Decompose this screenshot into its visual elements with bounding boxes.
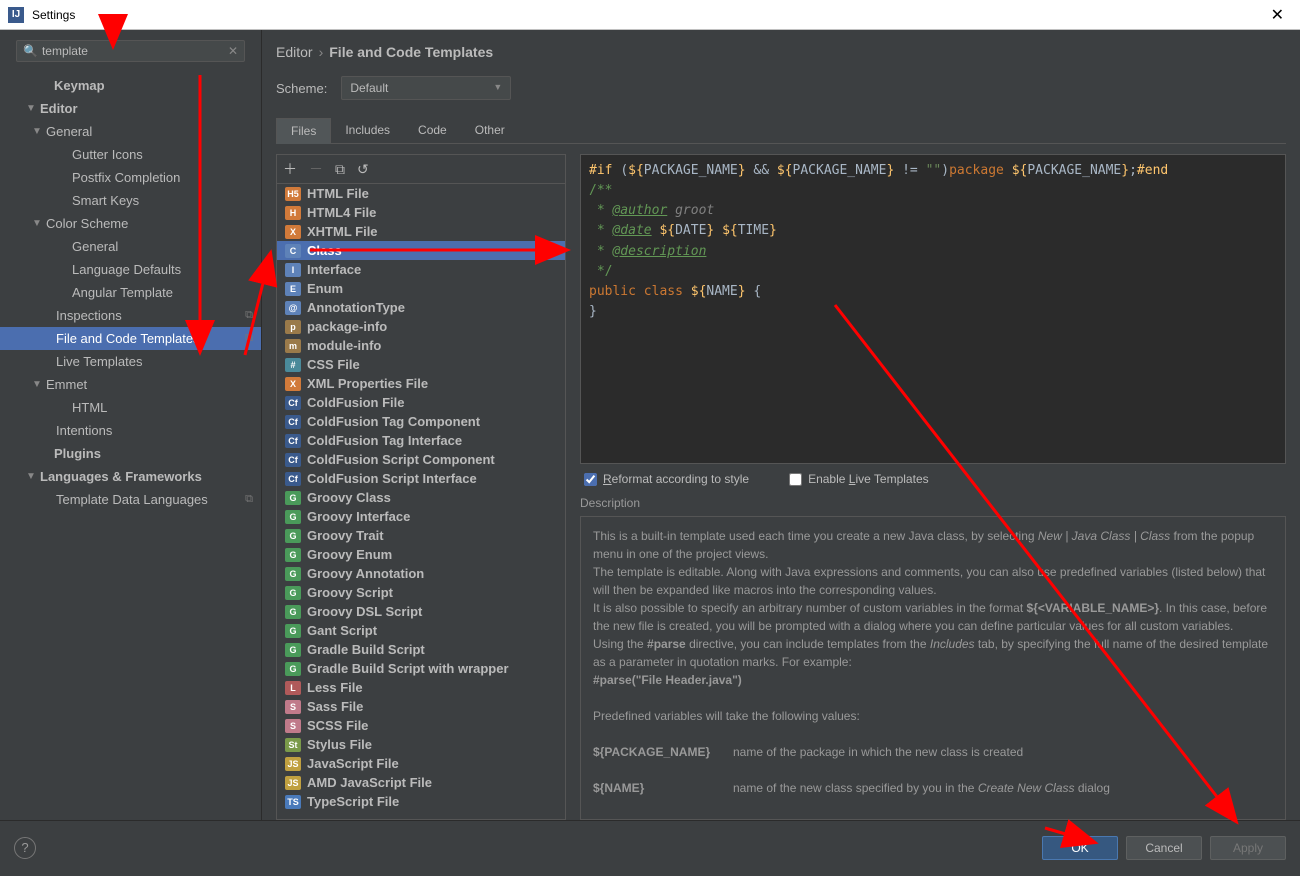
- apply-button[interactable]: Apply: [1210, 836, 1286, 860]
- template-item[interactable]: LLess File: [277, 678, 565, 697]
- tree-file-code-templates[interactable]: File and Code Templates⧉: [0, 327, 261, 350]
- template-item[interactable]: CfColdFusion Tag Interface: [277, 431, 565, 450]
- tree-intentions[interactable]: Intentions: [0, 419, 261, 442]
- tree-gutter[interactable]: Gutter Icons: [0, 143, 261, 166]
- clear-search-icon[interactable]: ✕: [228, 44, 238, 58]
- ok-button[interactable]: OK: [1042, 836, 1118, 860]
- template-item[interactable]: StStylus File: [277, 735, 565, 754]
- project-badge-icon: ⧉: [245, 493, 253, 506]
- template-item[interactable]: SSCSS File: [277, 716, 565, 735]
- tab-other[interactable]: Other: [461, 118, 519, 143]
- scheme-select[interactable]: Default: [341, 76, 511, 100]
- template-item[interactable]: GGroovy Interface: [277, 507, 565, 526]
- project-badge-icon: ⧉: [245, 332, 253, 345]
- enable-live-checkbox[interactable]: Enable Live Templates: [789, 472, 929, 486]
- template-item[interactable]: TSTypeScript File: [277, 792, 565, 811]
- template-item[interactable]: CfColdFusion Script Component: [277, 450, 565, 469]
- template-item[interactable]: GGroovy DSL Script: [277, 602, 565, 621]
- close-icon[interactable]: ✕: [1263, 5, 1292, 25]
- tab-includes[interactable]: Includes: [331, 118, 404, 143]
- add-icon[interactable]: ＋: [283, 159, 297, 179]
- template-item[interactable]: mmodule-info: [277, 336, 565, 355]
- tree-live[interactable]: Live Templates: [0, 350, 261, 373]
- tree-plugins[interactable]: Plugins: [0, 442, 261, 465]
- reformat-checkbox[interactable]: Reformat according to style: [584, 472, 749, 486]
- tree-langs[interactable]: ▼Languages & Frameworks: [0, 465, 261, 488]
- settings-tree: Keymap ▼Editor ▼General Gutter Icons Pos…: [0, 70, 261, 820]
- template-item[interactable]: CfColdFusion Tag Component: [277, 412, 565, 431]
- content-panel: Editor›File and Code Templates Scheme: D…: [262, 30, 1300, 820]
- template-item[interactable]: GGroovy Script: [277, 583, 565, 602]
- tree-postfix[interactable]: Postfix Completion: [0, 166, 261, 189]
- cancel-button[interactable]: Cancel: [1126, 836, 1202, 860]
- tab-code[interactable]: Code: [404, 118, 461, 143]
- window-title: Settings: [32, 8, 1263, 22]
- template-item[interactable]: JSAMD JavaScript File: [277, 773, 565, 792]
- template-list-panel: ＋ － ⧉ ↺ H5HTML FileHHTML4 FileXXHTML Fil…: [276, 154, 566, 820]
- tree-general[interactable]: ▼General: [0, 120, 261, 143]
- template-code-editor[interactable]: #if (${PACKAGE_NAME} && ${PACKAGE_NAME} …: [580, 154, 1286, 464]
- help-icon[interactable]: ?: [14, 837, 36, 859]
- tree-html[interactable]: HTML: [0, 396, 261, 419]
- template-item[interactable]: GGant Script: [277, 621, 565, 640]
- app-logo: IJ: [8, 7, 24, 23]
- template-item[interactable]: GGradle Build Script: [277, 640, 565, 659]
- template-toolbar: ＋ － ⧉ ↺: [277, 155, 565, 184]
- template-item[interactable]: H5HTML File: [277, 184, 565, 203]
- copy-icon[interactable]: ⧉: [335, 161, 345, 178]
- tree-general2[interactable]: General: [0, 235, 261, 258]
- tree-angular[interactable]: Angular Template: [0, 281, 261, 304]
- template-tabs: Files Includes Code Other: [276, 118, 1286, 144]
- titlebar: IJ Settings ✕: [0, 0, 1300, 30]
- description-label: Description: [580, 494, 1286, 516]
- tab-files[interactable]: Files: [276, 118, 331, 144]
- template-item[interactable]: IInterface: [277, 260, 565, 279]
- settings-sidebar: 🔍 ✕ Keymap ▼Editor ▼General Gutter Icons…: [0, 30, 262, 820]
- template-item[interactable]: JSJavaScript File: [277, 754, 565, 773]
- remove-icon[interactable]: －: [309, 159, 323, 179]
- tree-editor[interactable]: ▼Editor: [0, 97, 261, 120]
- template-item[interactable]: GGroovy Enum: [277, 545, 565, 564]
- template-item[interactable]: GGradle Build Script with wrapper: [277, 659, 565, 678]
- dialog-footer: ? OK Cancel Apply: [0, 820, 1300, 874]
- template-list[interactable]: H5HTML FileHHTML4 FileXXHTML FileCClassI…: [277, 184, 565, 819]
- template-item[interactable]: GGroovy Class: [277, 488, 565, 507]
- template-item[interactable]: @AnnotationType: [277, 298, 565, 317]
- tree-emmet[interactable]: ▼Emmet: [0, 373, 261, 396]
- scheme-label: Scheme:: [276, 81, 327, 96]
- tree-colorscheme[interactable]: ▼Color Scheme: [0, 212, 261, 235]
- template-item[interactable]: ppackage-info: [277, 317, 565, 336]
- tree-tdl[interactable]: Template Data Languages⧉: [0, 488, 261, 511]
- template-item[interactable]: EEnum: [277, 279, 565, 298]
- template-item[interactable]: GGroovy Annotation: [277, 564, 565, 583]
- tree-smartkeys[interactable]: Smart Keys: [0, 189, 261, 212]
- description-box: This is a built-in template used each ti…: [580, 516, 1286, 820]
- template-item[interactable]: #CSS File: [277, 355, 565, 374]
- tree-keymap[interactable]: Keymap: [0, 74, 261, 97]
- project-badge-icon: ⧉: [245, 309, 253, 322]
- template-item[interactable]: CfColdFusion Script Interface: [277, 469, 565, 488]
- template-item[interactable]: CfColdFusion File: [277, 393, 565, 412]
- revert-icon[interactable]: ↺: [357, 161, 369, 178]
- search-input[interactable]: [42, 44, 228, 58]
- template-item[interactable]: GGroovy Trait: [277, 526, 565, 545]
- template-item[interactable]: XXML Properties File: [277, 374, 565, 393]
- template-item[interactable]: HHTML4 File: [277, 203, 565, 222]
- template-item[interactable]: XXHTML File: [277, 222, 565, 241]
- tree-langdef[interactable]: Language Defaults: [0, 258, 261, 281]
- tree-inspections[interactable]: Inspections⧉: [0, 304, 261, 327]
- breadcrumb: Editor›File and Code Templates: [276, 44, 1286, 60]
- search-icon: 🔍: [23, 44, 38, 58]
- template-item[interactable]: SSass File: [277, 697, 565, 716]
- search-input-wrap[interactable]: 🔍 ✕: [16, 40, 245, 62]
- template-item[interactable]: CClass: [277, 241, 565, 260]
